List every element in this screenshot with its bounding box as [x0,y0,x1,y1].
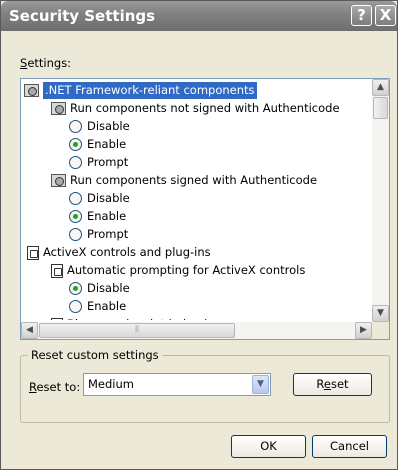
tree-row[interactable]: Enable [69,136,126,153]
tree-row-label: Prompt [87,155,129,169]
settings-page-icon [27,245,39,260]
radio-icon[interactable] [69,192,82,205]
reset-group: Reset custom settings Reset to: Medium ▼… [20,348,390,423]
horizontal-scroll-thumb[interactable]: ⦀ [39,323,235,338]
components-icon [51,174,66,187]
radio-icon[interactable] [69,120,82,133]
radio-selected-icon[interactable] [69,138,82,151]
radio-icon[interactable] [69,156,82,169]
tree-row-label: Enable [87,299,127,313]
radio-icon[interactable] [69,300,82,313]
title-bar[interactable]: Security Settings ? X [1,1,397,31]
tree-row-label: Disable [87,281,130,295]
tree-row[interactable]: ActiveX controls and plug-ins [27,244,211,261]
tree-row-label: ActiveX controls and plug-ins [43,245,211,259]
radio-icon[interactable] [69,228,82,241]
tree-row-label: Disable [87,191,130,205]
tree-row[interactable]: Run components signed with Authenticode [51,172,317,189]
settings-page-icon [51,263,63,278]
ok-button[interactable]: OK [231,435,306,458]
tree-row[interactable]: Disable [69,190,130,207]
tree-row[interactable]: Prompt [69,154,128,171]
scrollbar-corner [372,322,389,339]
scroll-down-icon[interactable]: ▼ [372,305,389,322]
tree-row[interactable]: Enable [69,208,126,225]
horizontal-scrollbar[interactable]: ◀ ⦀ ▶ [21,322,372,339]
tree-row-label: Run components not signed with Authentic… [70,101,340,115]
tree-row-label: Automatic prompting for ActiveX controls [67,263,306,277]
tree-row[interactable]: Disable [69,280,130,297]
scroll-up-icon[interactable]: ▲ [372,79,389,96]
reset-level-select[interactable]: Medium ▼ [83,373,271,396]
settings-tree-rows: .NET Framework-reliant components Run com… [21,79,371,320]
tree-row-label: Disable [87,119,130,133]
reset-level-value: Medium [88,377,134,391]
help-button[interactable]: ? [351,5,372,26]
tree-row-label: Binary and script behaviors [67,316,225,320]
tree-row[interactable]: Binary and script behaviors [51,316,225,320]
components-icon [51,102,66,115]
scroll-right-icon[interactable]: ▶ [355,322,372,339]
radio-selected-icon[interactable] [69,282,82,295]
settings-page-icon [51,317,63,320]
close-button[interactable]: X [375,5,396,26]
components-icon [24,84,39,97]
tree-row[interactable]: Run components not signed with Authentic… [51,100,340,117]
reset-group-title: Reset custom settings [28,348,162,362]
tree-row[interactable]: Automatic prompting for ActiveX controls [51,262,305,279]
security-settings-dialog: Security Settings ? X Settings: .NET Fra… [0,0,398,470]
settings-label: Settings: [20,56,72,70]
vertical-scroll-thumb[interactable] [373,97,388,119]
radio-selected-icon[interactable] [69,210,82,223]
vertical-scrollbar[interactable]: ▲ ▼ [372,79,389,322]
tree-row-label: .NET Framework-reliant components [43,82,257,99]
tree-row-label: Run components signed with Authenticode [70,173,318,187]
scroll-left-icon[interactable]: ◀ [21,322,38,339]
window-title: Security Settings [9,7,156,25]
chevron-down-icon[interactable]: ▼ [252,375,269,394]
tree-row[interactable]: Enable [69,298,126,315]
tree-row-label: Prompt [87,227,129,241]
reset-to-label: Reset to: [29,380,81,394]
settings-tree[interactable]: .NET Framework-reliant components Run com… [20,78,390,340]
tree-row[interactable]: Prompt [69,226,128,243]
reset-button[interactable]: Reset [293,373,372,396]
cancel-button[interactable]: Cancel [312,435,387,458]
tree-row-label: Enable [87,209,127,223]
tree-row-label: Enable [87,137,127,151]
tree-row[interactable]: .NET Framework-reliant components [24,82,257,99]
tree-row[interactable]: Disable [69,118,130,135]
